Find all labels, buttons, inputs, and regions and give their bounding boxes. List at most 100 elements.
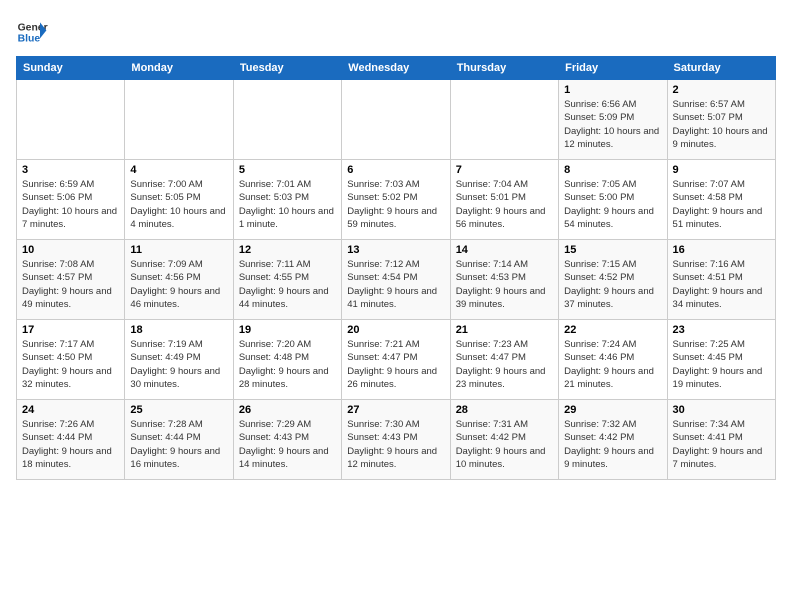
- day-number: 16: [673, 244, 770, 256]
- day-info: Sunrise: 6:57 AM Sunset: 5:07 PM Dayligh…: [673, 98, 770, 151]
- day-cell: 21 Sunrise: 7:23 AM Sunset: 4:47 PM Dayli…: [450, 320, 558, 400]
- week-row-0: 1 Sunrise: 6:56 AM Sunset: 5:09 PM Daylig…: [17, 80, 776, 160]
- day-info: Sunrise: 7:19 AM Sunset: 4:49 PM Dayligh…: [130, 338, 227, 391]
- day-info: Sunrise: 7:15 AM Sunset: 4:52 PM Dayligh…: [564, 258, 661, 311]
- week-row-2: 10 Sunrise: 7:08 AM Sunset: 4:57 PM Dayli…: [17, 240, 776, 320]
- day-number: 22: [564, 324, 661, 336]
- logo: General Blue: [16, 16, 48, 48]
- logo-icon: General Blue: [16, 16, 48, 48]
- day-cell: 20Sunrise: 7:21 AM Sunset: 4:47 PM Dayli…: [342, 320, 450, 400]
- day-info: Sunrise: 6:56 AM Sunset: 5:09 PM Dayligh…: [564, 98, 661, 151]
- day-number: 24: [22, 404, 119, 416]
- day-cell: 23 Sunrise: 7:25 AM Sunset: 4:45 PM Dayli…: [667, 320, 775, 400]
- day-number: 1: [564, 84, 661, 96]
- day-info: Sunrise: 7:34 AM Sunset: 4:41 PM Dayligh…: [673, 418, 770, 471]
- day-cell: [233, 80, 341, 160]
- calendar-body: 1 Sunrise: 6:56 AM Sunset: 5:09 PM Daylig…: [17, 80, 776, 480]
- day-info: Sunrise: 7:24 AM Sunset: 4:46 PM Dayligh…: [564, 338, 661, 391]
- day-number: 10: [22, 244, 119, 256]
- day-number: 20: [347, 324, 444, 336]
- day-info: Sunrise: 7:16 AM Sunset: 4:51 PM Dayligh…: [673, 258, 770, 311]
- day-number: 29: [564, 404, 661, 416]
- day-cell: 17 Sunrise: 7:17 AM Sunset: 4:50 PM Dayli…: [17, 320, 125, 400]
- day-info: Sunrise: 7:20 AM Sunset: 4:48 PM Dayligh…: [239, 338, 336, 391]
- day-number: 18: [130, 324, 227, 336]
- day-info: Sunrise: 7:03 AM Sunset: 5:02 PM Dayligh…: [347, 178, 444, 231]
- day-number: 30: [673, 404, 770, 416]
- header: General Blue: [16, 16, 776, 48]
- day-cell: 24 Sunrise: 7:26 AM Sunset: 4:44 PM Dayli…: [17, 400, 125, 480]
- day-info: Sunrise: 7:08 AM Sunset: 4:57 PM Dayligh…: [22, 258, 119, 311]
- day-cell: 4 Sunrise: 7:00 AM Sunset: 5:05 PM Daylig…: [125, 160, 233, 240]
- day-number: 28: [456, 404, 553, 416]
- header-cell-tuesday: Tuesday: [233, 57, 341, 80]
- day-info: Sunrise: 7:26 AM Sunset: 4:44 PM Dayligh…: [22, 418, 119, 471]
- day-number: 9: [673, 164, 770, 176]
- day-cell: 10 Sunrise: 7:08 AM Sunset: 4:57 PM Dayli…: [17, 240, 125, 320]
- day-cell: 26 Sunrise: 7:29 AM Sunset: 4:43 PM Dayli…: [233, 400, 341, 480]
- day-number: 8: [564, 164, 661, 176]
- day-info: Sunrise: 7:05 AM Sunset: 5:00 PM Dayligh…: [564, 178, 661, 231]
- day-info: Sunrise: 7:12 AM Sunset: 4:54 PM Dayligh…: [347, 258, 444, 311]
- day-info: Sunrise: 7:11 AM Sunset: 4:55 PM Dayligh…: [239, 258, 336, 311]
- day-cell: 27Sunrise: 7:30 AM Sunset: 4:43 PM Dayli…: [342, 400, 450, 480]
- header-cell-thursday: Thursday: [450, 57, 558, 80]
- week-row-4: 24 Sunrise: 7:26 AM Sunset: 4:44 PM Dayli…: [17, 400, 776, 480]
- day-cell: 6 Sunrise: 7:03 AM Sunset: 5:02 PM Daylig…: [342, 160, 450, 240]
- header-cell-saturday: Saturday: [667, 57, 775, 80]
- day-number: 13: [347, 244, 444, 256]
- day-info: Sunrise: 7:17 AM Sunset: 4:50 PM Dayligh…: [22, 338, 119, 391]
- day-info: Sunrise: 7:23 AM Sunset: 4:47 PM Dayligh…: [456, 338, 553, 391]
- svg-text:Blue: Blue: [18, 34, 41, 45]
- day-number: 27: [347, 404, 444, 416]
- day-info: Sunrise: 7:32 AM Sunset: 4:42 PM Dayligh…: [564, 418, 661, 471]
- day-cell: [342, 80, 450, 160]
- day-cell: 22 Sunrise: 7:24 AM Sunset: 4:46 PM Dayli…: [559, 320, 667, 400]
- day-number: 3: [22, 164, 119, 176]
- day-info: Sunrise: 7:04 AM Sunset: 5:01 PM Dayligh…: [456, 178, 553, 231]
- day-info: Sunrise: 7:01 AM Sunset: 5:03 PM Dayligh…: [239, 178, 336, 231]
- calendar-table: SundayMondayTuesdayWednesdayThursdayFrid…: [16, 56, 776, 480]
- day-number: 4: [130, 164, 227, 176]
- day-cell: 29 Sunrise: 7:32 AM Sunset: 4:42 PM Dayli…: [559, 400, 667, 480]
- day-info: Sunrise: 7:29 AM Sunset: 4:43 PM Dayligh…: [239, 418, 336, 471]
- day-cell: 30 Sunrise: 7:34 AM Sunset: 4:41 PM Dayli…: [667, 400, 775, 480]
- header-cell-monday: Monday: [125, 57, 233, 80]
- day-info: Sunrise: 7:00 AM Sunset: 5:05 PM Dayligh…: [130, 178, 227, 231]
- week-row-3: 17 Sunrise: 7:17 AM Sunset: 4:50 PM Dayli…: [17, 320, 776, 400]
- day-cell: 12Sunrise: 7:11 AM Sunset: 4:55 PM Dayli…: [233, 240, 341, 320]
- day-number: 19: [239, 324, 336, 336]
- day-cell: 1 Sunrise: 6:56 AM Sunset: 5:09 PM Daylig…: [559, 80, 667, 160]
- day-number: 2: [673, 84, 770, 96]
- day-cell: 28 Sunrise: 7:31 AM Sunset: 4:42 PM Dayli…: [450, 400, 558, 480]
- header-cell-friday: Friday: [559, 57, 667, 80]
- day-cell: 8 Sunrise: 7:05 AM Sunset: 5:00 PM Daylig…: [559, 160, 667, 240]
- day-info: Sunrise: 7:31 AM Sunset: 4:42 PM Dayligh…: [456, 418, 553, 471]
- day-number: 15: [564, 244, 661, 256]
- header-cell-sunday: Sunday: [17, 57, 125, 80]
- day-info: Sunrise: 7:07 AM Sunset: 4:58 PM Dayligh…: [673, 178, 770, 231]
- day-number: 26: [239, 404, 336, 416]
- day-cell: 3 Sunrise: 6:59 AM Sunset: 5:06 PM Daylig…: [17, 160, 125, 240]
- day-number: 6: [347, 164, 444, 176]
- day-cell: 15 Sunrise: 7:15 AM Sunset: 4:52 PM Dayli…: [559, 240, 667, 320]
- day-number: 25: [130, 404, 227, 416]
- day-cell: 2 Sunrise: 6:57 AM Sunset: 5:07 PM Daylig…: [667, 80, 775, 160]
- day-number: 21: [456, 324, 553, 336]
- day-number: 14: [456, 244, 553, 256]
- week-row-1: 3 Sunrise: 6:59 AM Sunset: 5:06 PM Daylig…: [17, 160, 776, 240]
- header-cell-wednesday: Wednesday: [342, 57, 450, 80]
- day-cell: 5 Sunrise: 7:01 AM Sunset: 5:03 PM Daylig…: [233, 160, 341, 240]
- day-info: Sunrise: 7:28 AM Sunset: 4:44 PM Dayligh…: [130, 418, 227, 471]
- day-number: 7: [456, 164, 553, 176]
- day-cell: [17, 80, 125, 160]
- day-info: Sunrise: 6:59 AM Sunset: 5:06 PM Dayligh…: [22, 178, 119, 231]
- day-number: 23: [673, 324, 770, 336]
- calendar-header: SundayMondayTuesdayWednesdayThursdayFrid…: [17, 57, 776, 80]
- day-cell: 13 Sunrise: 7:12 AM Sunset: 4:54 PM Dayli…: [342, 240, 450, 320]
- day-info: Sunrise: 7:14 AM Sunset: 4:53 PM Dayligh…: [456, 258, 553, 311]
- day-number: 5: [239, 164, 336, 176]
- day-number: 17: [22, 324, 119, 336]
- day-info: Sunrise: 7:25 AM Sunset: 4:45 PM Dayligh…: [673, 338, 770, 391]
- header-row: SundayMondayTuesdayWednesdayThursdayFrid…: [17, 57, 776, 80]
